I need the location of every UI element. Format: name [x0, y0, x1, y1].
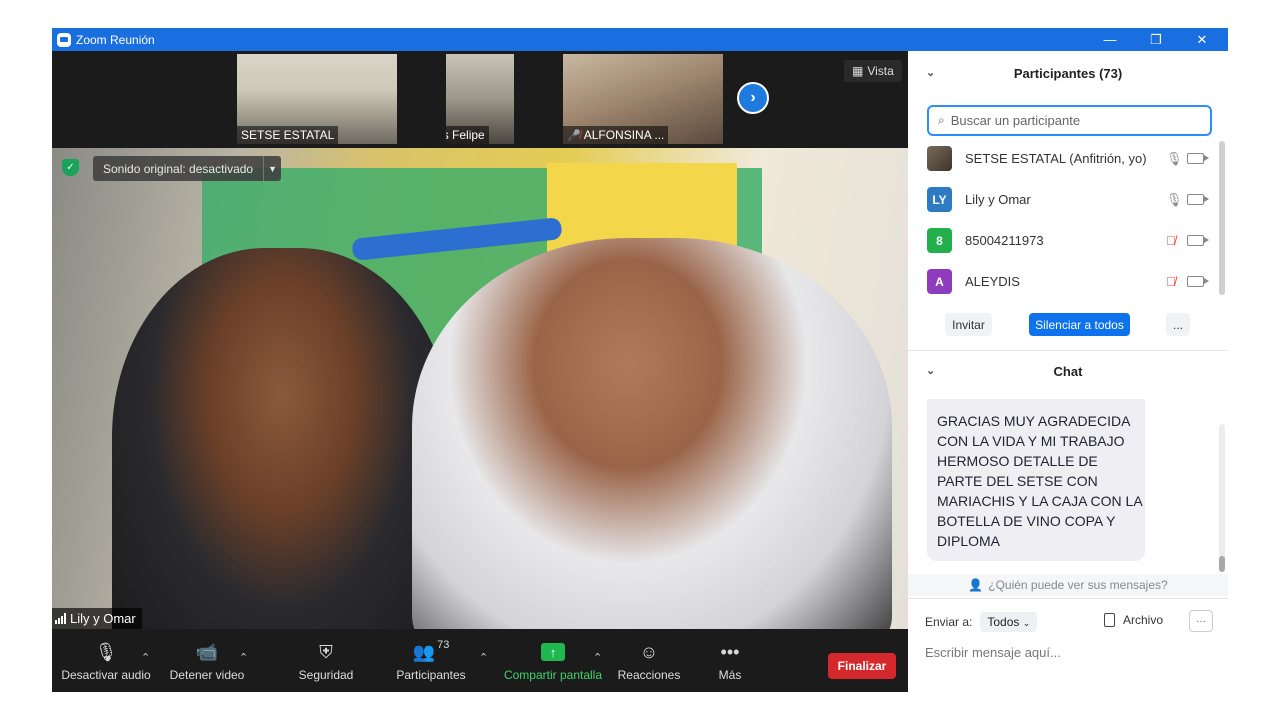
participant-row[interactable]: LY Lily y Omar 🎙 [908, 179, 1218, 220]
chat-message: GRACIAS MUY AGRADECIDA CON LA VIDA Y MI … [927, 399, 1145, 561]
minimize-button[interactable]: — [1087, 28, 1133, 51]
share-options-caret-icon[interactable]: ⌃ [593, 651, 602, 664]
collapse-chevron-icon[interactable]: ⌄ [926, 66, 935, 79]
reactions-button[interactable]: ☺ Reacciones [616, 629, 682, 692]
thumbnail-alfonsina[interactable]: 🎤̸ ALFONSINA ... [563, 54, 723, 144]
mute-audio-button[interactable]: 🎙 Desactivar audio [61, 629, 150, 692]
thumbnail-label: 🎤̸ ALFONSINA ... [563, 126, 669, 144]
grid-icon: ▦ [852, 64, 864, 78]
who-can-see-notice[interactable]: 👤 ¿Quién puede ver sus mensajes? [908, 574, 1228, 596]
security-button[interactable]: ⛨ Seguridad [292, 629, 360, 692]
video-camera-icon[interactable] [1187, 153, 1209, 164]
zoom-window: Zoom Reunión — ❐ ✕ SETSE ESTATAL 🎤̸Luis … [52, 28, 1228, 692]
microphone-icon: 🎙 [94, 641, 118, 662]
thumbnail-strip: SETSE ESTATAL 🎤̸Luis Felipe 🎤̸ALFONSINA … [52, 51, 908, 148]
panel-divider [908, 598, 1228, 599]
chevron-down-icon: ⌄ [1022, 618, 1031, 628]
video-person [112, 248, 452, 629]
chat-more-button[interactable]: ··· [1189, 610, 1213, 632]
thumbnail-setse-estatal[interactable]: SETSE ESTATAL [237, 54, 397, 144]
participants-button[interactable]: 👥 73 Participantes [392, 629, 470, 692]
restore-button[interactable]: ❐ [1133, 28, 1179, 51]
chat-message-text: GRACIAS MUY AGRADECIDA CON LA VIDA Y MI … [937, 413, 1142, 549]
file-icon [1104, 613, 1115, 627]
person-icon: 👤 [968, 578, 984, 592]
chevron-right-icon: › [750, 89, 756, 106]
more-button[interactable]: ••• Más [710, 629, 750, 692]
next-page-button[interactable]: › [737, 82, 769, 114]
mic-muted-icon[interactable]: 🎙̸ [1166, 274, 1176, 289]
zoom-logo-icon [57, 32, 71, 47]
smiley-icon: ☺ [639, 641, 659, 662]
avatar [927, 146, 952, 171]
chat-scroll-track [1219, 424, 1225, 572]
original-sound-button[interactable]: Sonido original: desactivado ▼ [93, 156, 282, 181]
thumbnail-label: 🎤̸Luis Felipe [446, 126, 489, 144]
participant-row[interactable]: SETSE ESTATAL (Anfitrión, yo) 🎙 [908, 138, 1218, 179]
chat-header: ⌄ Chat [908, 351, 1228, 391]
participants-header: ⌄ Participantes (73) [908, 53, 1228, 93]
participants-icon: 👥 73 [412, 639, 450, 662]
mic-muted-icon: 🎤̸ [567, 129, 581, 142]
audio-options-caret-icon[interactable]: ⌃ [141, 651, 150, 664]
avatar: A [927, 269, 952, 294]
more-dots-icon: ••• [720, 641, 740, 662]
avatar: 8 [927, 228, 952, 253]
video-options-caret-icon[interactable]: ⌃ [239, 651, 248, 664]
participant-row[interactable]: 8 85004211973 🎙̸ [908, 220, 1218, 261]
video-area: SETSE ESTATAL 🎤̸Luis Felipe 🎤̸ALFONSINA … [52, 51, 908, 692]
search-icon: ⌕ [938, 113, 945, 127]
microphone-icon[interactable]: 🎙 [1166, 151, 1183, 167]
video-camera-icon[interactable] [1187, 194, 1209, 205]
meeting-toolbar: 🎙 Desactivar audio ⌃ 📹 Detener video ⌃ ⛨… [52, 629, 908, 692]
close-button[interactable]: ✕ [1179, 28, 1225, 51]
window-title: Zoom Reunión [76, 32, 155, 47]
shield-icon: ⛨ [319, 641, 333, 662]
participants-title: Participantes (73) [1013, 65, 1123, 81]
file-button[interactable]: Archivo [1104, 613, 1163, 627]
active-speaker-label: Lily y Omar [52, 608, 142, 629]
thumbnail-luis-felipe[interactable]: 🎤̸Luis Felipe [446, 54, 514, 144]
avatar: LY [927, 187, 952, 212]
participant-row[interactable]: A ALEYDIS 🎙̸ [908, 261, 1218, 302]
main-video: ✓ Sonido original: desactivado ▼ Lily y … [52, 148, 908, 629]
video-camera-icon[interactable] [1187, 235, 1209, 246]
chevron-down-icon[interactable]: ▼ [263, 156, 281, 181]
title-bar: Zoom Reunión — ❐ ✕ [52, 28, 1228, 51]
mute-all-button[interactable]: Silenciar a todos [1029, 313, 1130, 336]
microphone-icon[interactable]: 🎙 [1166, 192, 1183, 208]
send-to-label: Enviar a: [925, 615, 973, 629]
stop-video-button[interactable]: 📹 Detener video [166, 629, 248, 692]
mic-muted-icon[interactable]: 🎙̸ [1166, 233, 1176, 248]
recipient-select[interactable]: Todos ⌄ [980, 612, 1038, 632]
chat-message-input[interactable]: Escribir mensaje aquí... [925, 641, 1215, 663]
participants-scrollbar[interactable] [1219, 141, 1225, 295]
signal-bars-icon [55, 613, 66, 624]
chat-scrollbar[interactable] [1219, 556, 1225, 572]
collapse-chevron-icon[interactable]: ⌄ [926, 364, 935, 377]
view-button[interactable]: ▦ Vista [844, 60, 902, 82]
send-to-row: Enviar a: Todos ⌄ [925, 612, 1038, 632]
end-meeting-button[interactable]: Finalizar [828, 653, 896, 679]
thumbnail-label: SETSE ESTATAL [237, 126, 339, 144]
share-screen-button[interactable]: ↑ Compartir pantalla [500, 629, 606, 692]
side-panel: ⌄ Participantes (73) ⌕ Buscar un partici… [908, 51, 1228, 692]
video-camera-icon[interactable] [1187, 276, 1209, 287]
share-screen-icon: ↑ [541, 643, 565, 661]
participants-more-button[interactable]: ... [1166, 313, 1190, 336]
chat-title: Chat [1053, 363, 1083, 379]
invite-button[interactable]: Invitar [945, 313, 992, 336]
participants-options-caret-icon[interactable]: ⌃ [479, 651, 488, 664]
video-person [412, 238, 892, 629]
video-camera-icon: 📹 [195, 641, 219, 662]
participant-search-input[interactable]: ⌕ Buscar un participante [927, 105, 1212, 136]
encryption-shield-icon[interactable]: ✓ [62, 159, 79, 176]
